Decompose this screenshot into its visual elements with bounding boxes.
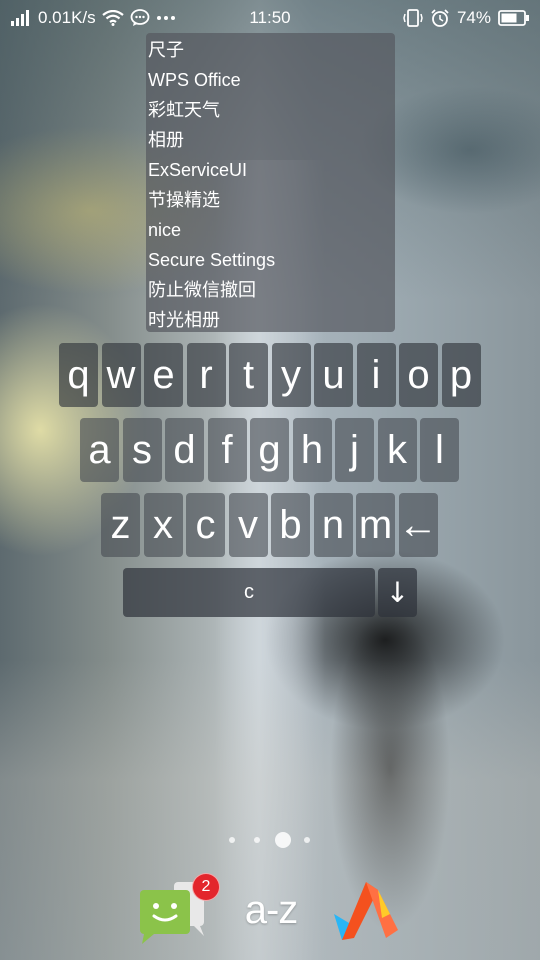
key-g[interactable]: g <box>250 418 289 482</box>
key-t[interactable]: t <box>229 343 268 407</box>
key-i[interactable]: i <box>356 343 396 407</box>
badge-count: 2 <box>201 878 211 895</box>
key-s[interactable]: s <box>122 418 162 482</box>
status-bar: 0.01K/s 11:50 74% <box>0 0 540 36</box>
battery-percent: 74% <box>456 8 491 27</box>
key-f[interactable]: f <box>207 418 247 482</box>
key-r[interactable]: r <box>186 343 226 407</box>
key-o[interactable]: o <box>399 343 438 407</box>
suggestion-item[interactable]: 节操精选 <box>146 185 395 215</box>
key-l[interactable]: l <box>420 418 459 482</box>
hide-keyboard-key[interactable]: ↓ <box>378 568 417 617</box>
search-text-key[interactable]: c <box>123 568 375 617</box>
key-z[interactable]: z <box>101 493 140 557</box>
suggestion-item[interactable]: ExServiceUI <box>146 155 395 185</box>
az-label: a-z <box>244 888 299 932</box>
key-c[interactable]: c <box>186 493 225 557</box>
page-dot <box>229 837 235 843</box>
key-n[interactable]: n <box>313 493 353 557</box>
key-u[interactable]: u <box>314 343 353 407</box>
messages-badge: 2 <box>192 873 220 901</box>
key-e[interactable]: e <box>144 343 183 407</box>
page-dot-active <box>275 832 291 848</box>
key-b[interactable]: b <box>271 493 310 557</box>
search-text: c <box>244 581 254 603</box>
key-y[interactable]: y <box>271 343 311 407</box>
suggestion-item[interactable]: nice <box>146 215 395 245</box>
suggestion-item[interactable]: 彩虹天气 <box>146 95 395 125</box>
backspace-key[interactable]: ← <box>398 493 438 557</box>
battery-icon <box>498 10 530 26</box>
key-p[interactable]: p <box>441 343 481 407</box>
key-q[interactable]: q <box>59 343 98 407</box>
suggestion-item[interactable]: WPS Office <box>146 65 395 95</box>
key-x[interactable]: x <box>143 493 183 557</box>
key-j[interactable]: j <box>335 418 374 482</box>
page-dot <box>254 837 260 843</box>
suggestion-item[interactable]: 尺子 <box>146 35 395 65</box>
app-suggestion-list: 尺子 WPS Office 彩虹天气 相册 ExServiceUI 节操精选 nice Sec… <box>146 33 395 332</box>
key-a[interactable]: a <box>80 418 119 482</box>
status-time: 11:50 <box>249 8 291 27</box>
down-arrow-icon: ↓ <box>385 576 410 609</box>
key-v[interactable]: v <box>228 493 268 557</box>
app-launcher-icon <box>334 882 398 940</box>
suggestion-item[interactable]: 相册 <box>146 125 395 155</box>
suggestion-item[interactable]: 时光相册 <box>146 305 395 335</box>
launcher-app[interactable] <box>332 868 402 948</box>
key-m[interactable]: m <box>356 493 395 557</box>
key-w[interactable]: w <box>101 343 141 407</box>
key-d[interactable]: d <box>165 418 204 482</box>
suggestion-item[interactable]: Secure Settings <box>146 245 395 275</box>
key-k[interactable]: k <box>377 418 417 482</box>
suggestion-item[interactable]: 防止微信撤回 <box>146 275 395 305</box>
vibrate-icon <box>403 9 423 27</box>
key-h[interactable]: h <box>292 418 332 482</box>
page-indicator <box>0 830 540 850</box>
page-dot <box>304 837 310 843</box>
alarm-icon <box>430 8 450 28</box>
